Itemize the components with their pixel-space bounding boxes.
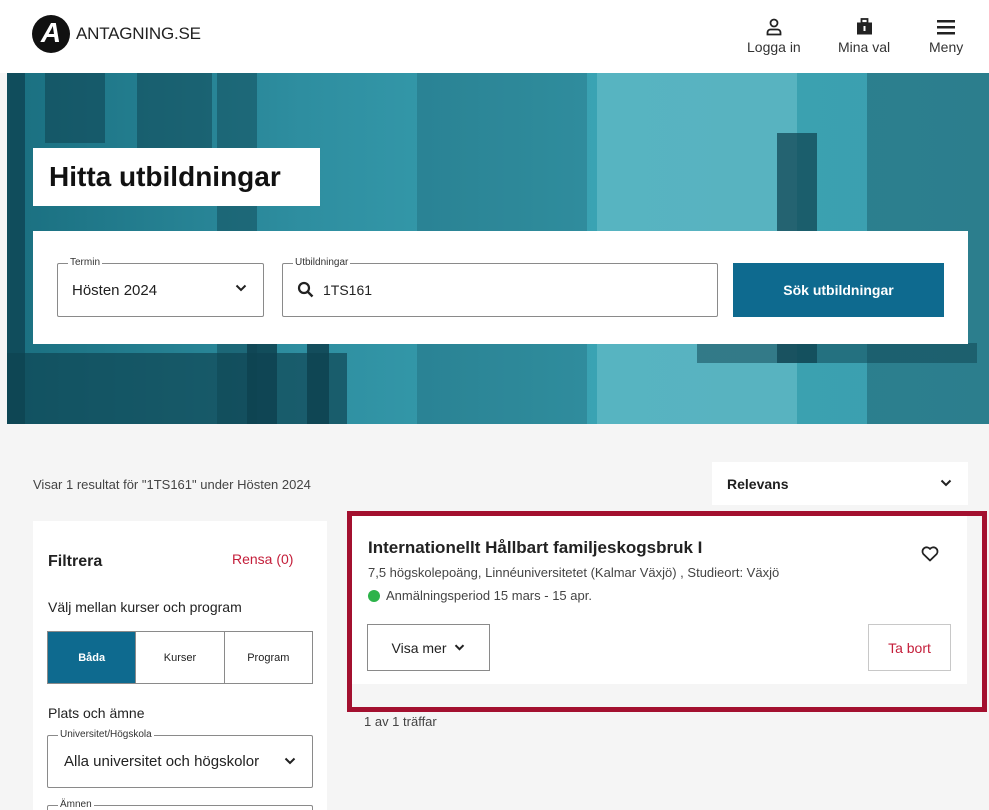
hero-shape (137, 73, 212, 153)
university-legend: Universitet/Högskola (58, 729, 154, 740)
type-option-programs[interactable]: Program (225, 632, 312, 683)
hero-shape (7, 353, 347, 424)
login-label: Logga in (747, 39, 801, 55)
application-period: Anmälningsperiod 15 mars - 15 apr. (368, 588, 592, 603)
site-header: A ANTAGNING.SE Logga in Mina val Meny (0, 0, 989, 73)
university-value: Alla universitet och högskolor (64, 753, 260, 770)
termin-select[interactable]: Termin Hösten 2024 (57, 257, 264, 317)
course-meta: 7,5 högskolepoäng, Linnéuniversitetet (K… (368, 565, 780, 580)
result-card: Internationellt Hållbart familjeskogsbru… (351, 516, 967, 684)
chevron-down-icon (940, 479, 952, 487)
logo-text: ANTAGNING.SE (76, 24, 201, 43)
heart-icon[interactable] (921, 546, 939, 562)
chevron-down-icon (455, 644, 465, 651)
filter-title: Filtrera (48, 553, 103, 570)
user-icon (766, 18, 782, 36)
logo-mark-icon: A (32, 15, 70, 53)
hero-shape (307, 343, 329, 424)
type-option-both[interactable]: Båda (48, 632, 137, 683)
result-summary: Visar 1 resultat för "1TS161" under Höst… (33, 477, 311, 492)
termin-value: Hösten 2024 (72, 282, 158, 299)
type-option-courses[interactable]: Kurser (136, 632, 225, 683)
course-title[interactable]: Internationellt Hållbart familjeskogsbru… (368, 538, 702, 558)
hero-shape (697, 343, 977, 363)
place-heading: Plats och ämne (48, 705, 145, 721)
hamburger-icon (937, 20, 956, 35)
remove-button[interactable]: Ta bort (868, 624, 951, 671)
chevron-down-icon (284, 757, 296, 765)
hero-shape (247, 343, 277, 424)
clear-filters-link[interactable]: Rensa (0) (232, 551, 293, 567)
page-title: Hitta utbildningar (33, 148, 320, 206)
utbildningar-field: Utbildningar (282, 257, 718, 317)
search-input[interactable] (323, 278, 703, 302)
search-panel: Termin Hösten 2024 Utbildningar Sök utbi… (33, 231, 968, 344)
search-icon (297, 281, 314, 298)
chevron-down-icon (235, 284, 247, 292)
sort-select[interactable]: Relevans (712, 462, 968, 505)
sort-label: Relevans (727, 476, 789, 492)
site-logo[interactable]: A ANTAGNING.SE (32, 15, 201, 53)
filter-panel: Filtrera Rensa (0) Välj mellan kurser oc… (33, 521, 327, 810)
show-more-button[interactable]: Visa mer (367, 624, 490, 671)
subject-select[interactable]: Ämnen (47, 799, 313, 810)
menu-button[interactable]: Meny (929, 18, 963, 55)
mina-val-label: Mina val (838, 39, 891, 55)
search-submit-button[interactable]: Sök utbildningar (733, 263, 944, 317)
login-button[interactable]: Logga in (747, 18, 801, 55)
subject-legend: Ämnen (58, 799, 94, 810)
type-heading: Välj mellan kurser och program (48, 599, 242, 615)
type-segmented-control: Båda Kurser Program (47, 631, 313, 684)
mina-val-button[interactable]: Mina val (838, 18, 890, 55)
hero-shape (45, 73, 105, 143)
hit-count: 1 av 1 träffar (364, 714, 437, 729)
termin-legend: Termin (68, 257, 103, 268)
utbildningar-legend: Utbildningar (293, 257, 351, 268)
show-more-label: Visa mer (391, 639, 447, 656)
application-period-text: Anmälningsperiod 15 mars - 15 apr. (386, 588, 592, 603)
status-dot-icon (368, 589, 380, 602)
menu-label: Meny (929, 39, 964, 55)
university-select[interactable]: Universitet/Högskola Alla universitet oc… (47, 729, 313, 788)
briefcase-icon (856, 18, 872, 35)
